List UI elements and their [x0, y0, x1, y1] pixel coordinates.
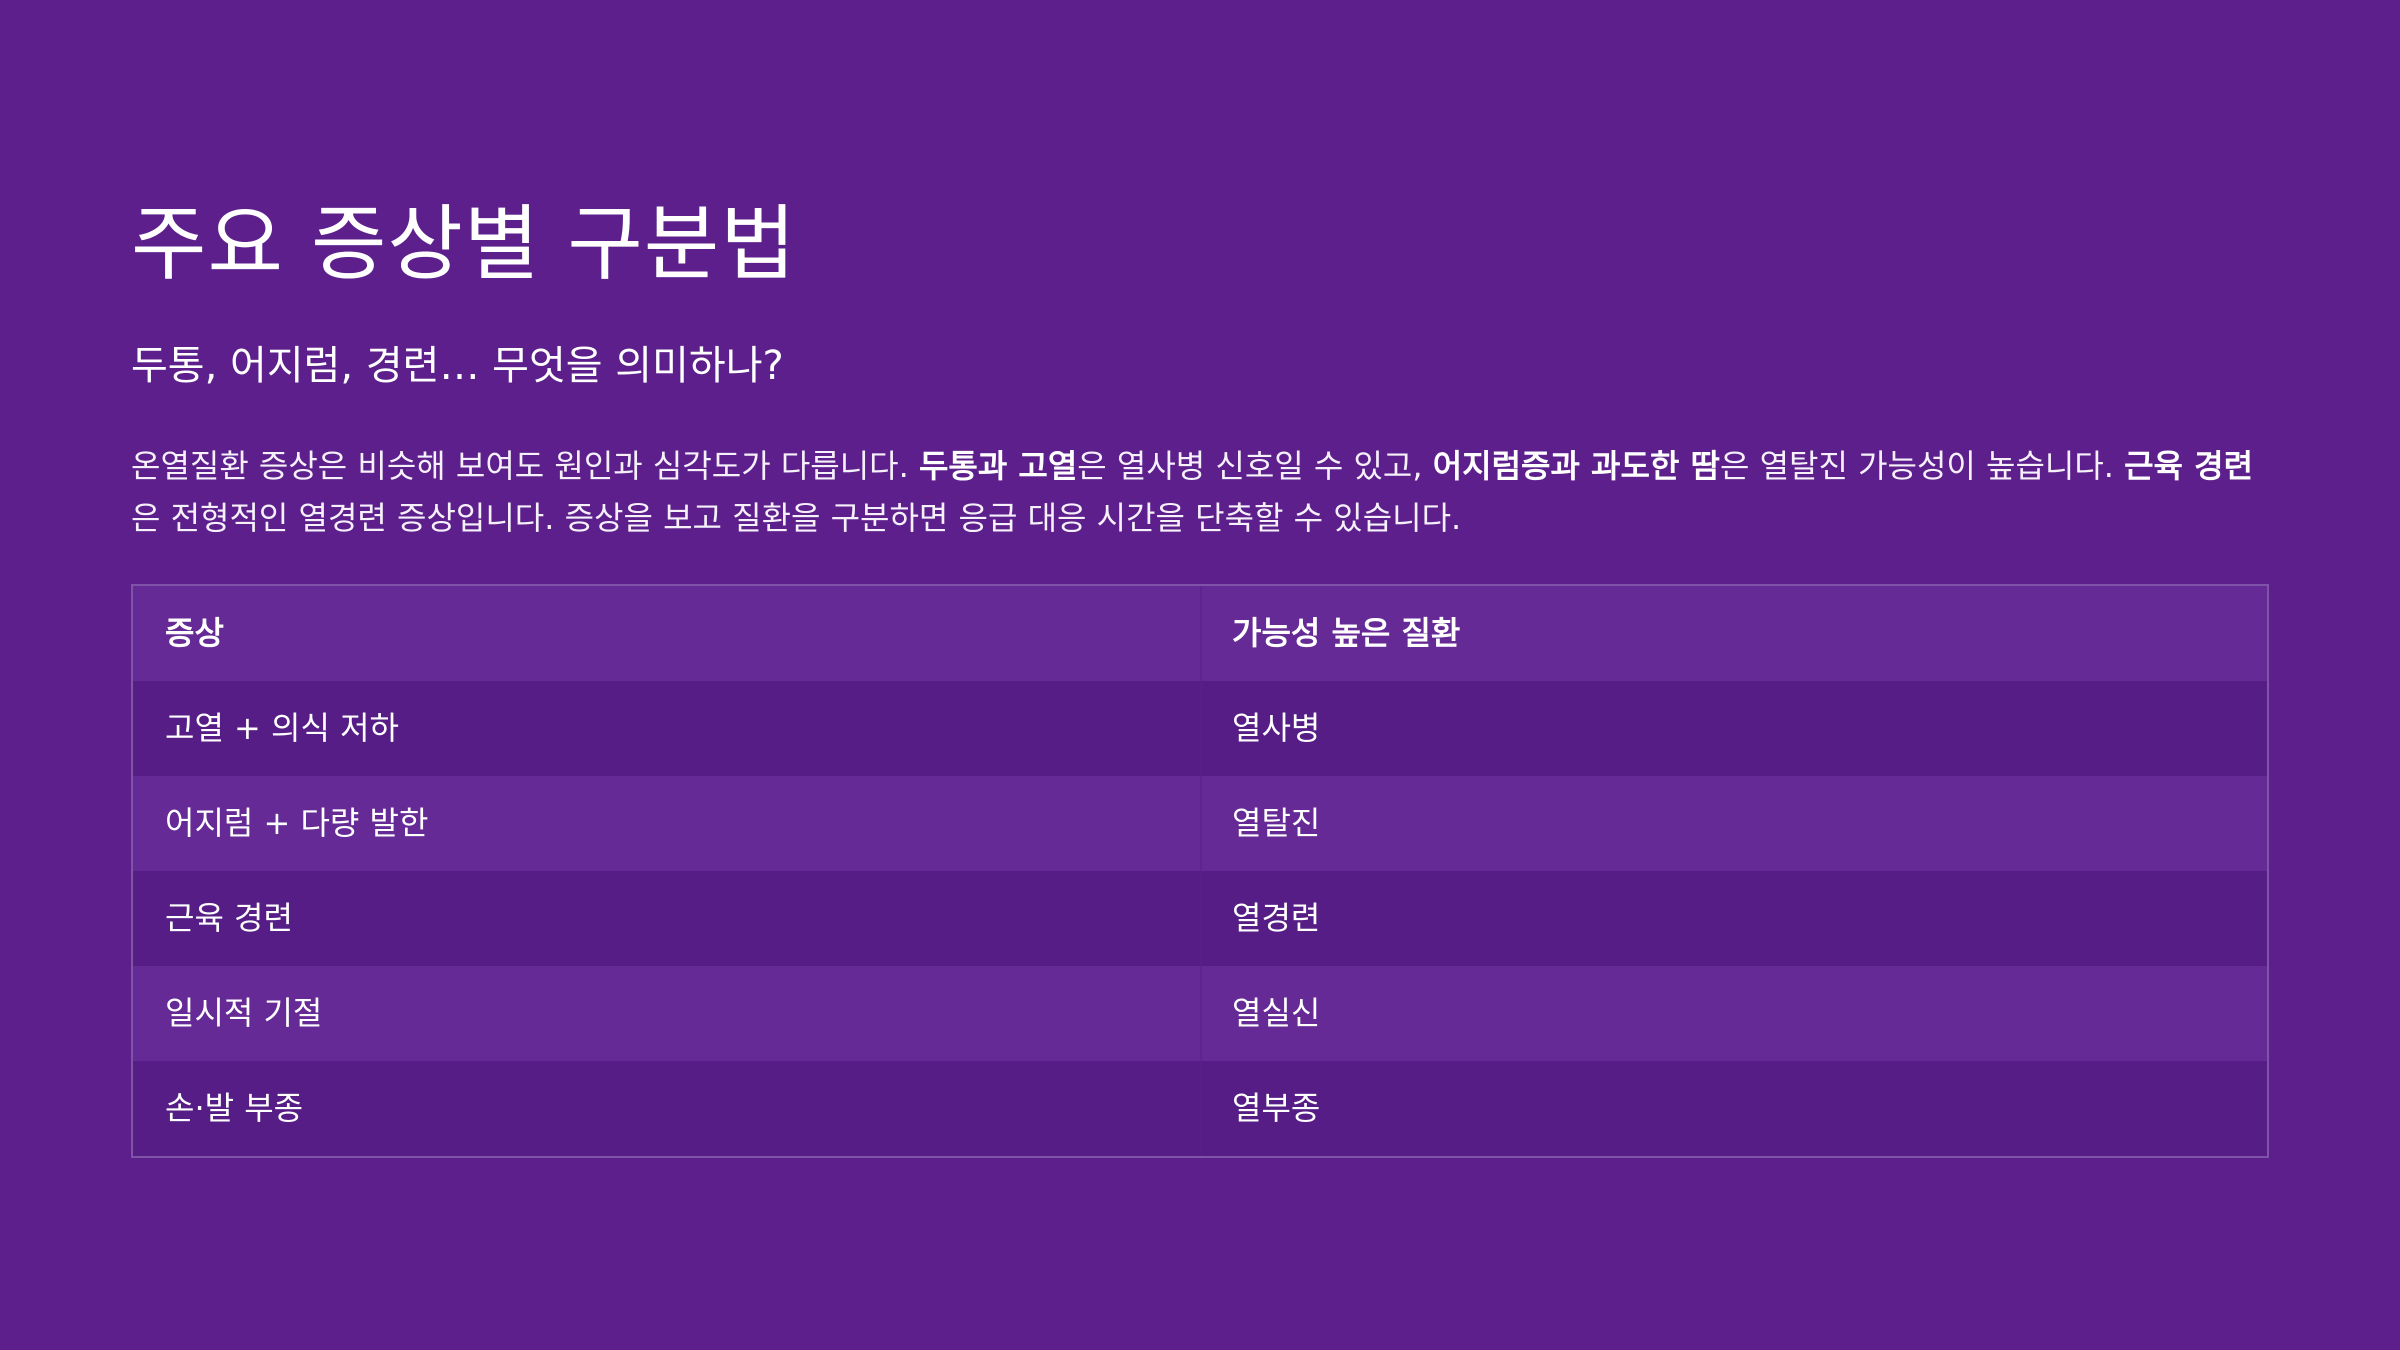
- page-title: 주요 증상별 구분법: [131, 197, 797, 292]
- disease-cell: 열사병: [1232, 709, 1321, 747]
- column-divider: [1200, 586, 1202, 1156]
- paragraph-bold-2: 어지럼증과 과도한 땀: [1432, 447, 1720, 485]
- disease-cell: 열부종: [1232, 1089, 1321, 1127]
- paragraph-text-3: 은 열탈진 가능성이 높습니다.: [1719, 447, 2125, 485]
- paragraph-bold-1: 두통과 고열: [918, 447, 1078, 485]
- paragraph-text-1: 온열질환 증상은 비슷해 보여도 원인과 심각도가 다릅니다.: [131, 447, 919, 485]
- disease-cell: 열탈진: [1232, 804, 1321, 842]
- header-symptom: 증상: [165, 614, 224, 652]
- header-disease: 가능성 높은 질환: [1232, 614, 1461, 652]
- symptom-cell: 어지럼 + 다량 발한: [165, 804, 429, 842]
- page-subtitle: 두통, 어지럼, 경련… 무엇을 의미하나?: [131, 343, 784, 389]
- symptom-cell: 근육 경련: [165, 899, 293, 937]
- disease-cell: 열실신: [1232, 994, 1321, 1032]
- symptom-cell: 고열 + 의식 저하: [165, 709, 399, 747]
- disease-cell: 열경련: [1232, 899, 1321, 937]
- paragraph-text-4: 은 전형적인 열경련 증상입니다. 증상을 보고 질환을 구분하면 응급 대응 …: [131, 499, 1462, 537]
- slide-page: { "title": "주요 증상별 구분법", "subtitle": "두통…: [0, 0, 2400, 1350]
- symptom-cell: 일시적 기절: [165, 994, 323, 1032]
- symptom-table: 증상 가능성 높은 질환 고열 + 의식 저하 열사병 어지럼 + 다량 발한 …: [131, 584, 2269, 1158]
- description-paragraph: 온열질환 증상은 비슷해 보여도 원인과 심각도가 다릅니다. 두통과 고열은 …: [131, 440, 2269, 544]
- paragraph-text-2: 은 열사병 신호일 수 있고,: [1077, 447, 1433, 485]
- paragraph-bold-3: 근육 경련: [2124, 447, 2254, 485]
- symptom-cell: 손·발 부종: [165, 1089, 304, 1127]
